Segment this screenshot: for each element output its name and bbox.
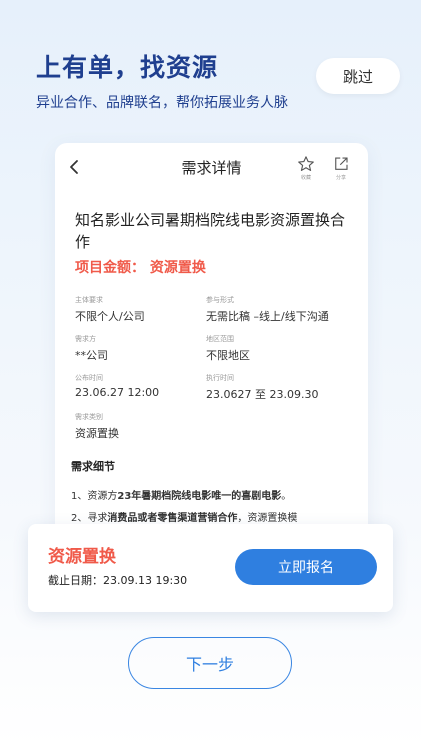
details-heading: 需求细节 [71,460,115,473]
field-label: 公布时间 [75,374,103,382]
detail-header: 需求详情 收藏 分享 [55,143,368,193]
field-label: 需求方 [75,335,96,343]
field-value: 资源置换 [75,427,119,440]
field-label: 主体要求 [75,296,103,304]
project-amount: 项目金额： 资源置换 [75,260,206,276]
next-step-button[interactable]: 下一步 [128,637,292,689]
share-label: 分享 [335,175,346,181]
field-label: 参与形式 [206,296,234,304]
field-value: **公司 [75,349,108,362]
detail-line: 2、寻求消费品或者零售渠道营销合作，资源置换模 [71,509,297,524]
detail-line-highlight: 消费品或者零售渠道营销合作 [107,513,238,524]
share-button[interactable]: 分享 [329,155,353,181]
favorite-label: 收藏 [300,175,311,181]
field-value: 无需比稿 –线上/线下沟通 [206,310,329,323]
detail-line-text: 。 [281,491,292,502]
field-publish-time: 公布时间 23.06.27 12:00 [75,373,159,399]
field-label: 需求类别 [75,413,103,421]
field-value: 不限个人/公司 [75,310,145,323]
detail-line-highlight: 23年暑期档院线电影唯一的喜剧电影 [117,491,282,502]
field-region: 地区范围 不限地区 [206,334,250,363]
skip-button[interactable]: 跳过 [316,58,400,94]
detail-preview-card: 需求详情 收藏 分享 知名影业公司暑期档院线电影资源置换合作 项目金额： 资源置… [55,143,368,563]
headline: 上有单，找资源 [36,53,219,82]
field-category: 需求类别 资源置换 [75,412,119,441]
field-label: 地区范围 [206,335,234,343]
favorite-button[interactable]: 收藏 [294,155,318,181]
field-value: 23.0627 至 23.09.30 [206,388,319,401]
project-title: 知名影业公司暑期档院线电影资源置换合作 [75,211,346,251]
field-subject: 主体要求 不限个人/公司 [75,295,145,324]
bar-type-label: 资源置换 [48,547,116,567]
field-label: 执行时间 [206,374,234,382]
detail-line: 1、资源方23年暑期档院线电影唯一的喜剧电影。 [71,487,291,502]
share-icon [335,157,348,170]
field-value: 23.06.27 12:00 [75,386,160,399]
deadline-text: 截止日期：23.09.13 19:30 [48,574,188,587]
field-demander: 需求方 **公司 [75,334,108,363]
detail-line-text: 1、资源方 [71,491,118,502]
field-exec-time: 执行时间 23.0627 至 23.09.30 [206,373,318,402]
detail-nav-title: 需求详情 [181,159,242,177]
detail-line-text: 2、寻求 [71,513,108,524]
star-icon [298,156,314,172]
subline: 异业合作、品牌联名，帮你拓展业务人脉 [36,95,288,111]
detail-line-text: ，资源置换模 [237,513,298,524]
field-form: 参与形式 无需比稿 –线上/线下沟通 [206,295,329,324]
field-value: 不限地区 [206,349,250,362]
signup-bar: 资源置换 截止日期：23.09.13 19:30 立即报名 [28,524,393,612]
signup-button[interactable]: 立即报名 [235,549,377,585]
